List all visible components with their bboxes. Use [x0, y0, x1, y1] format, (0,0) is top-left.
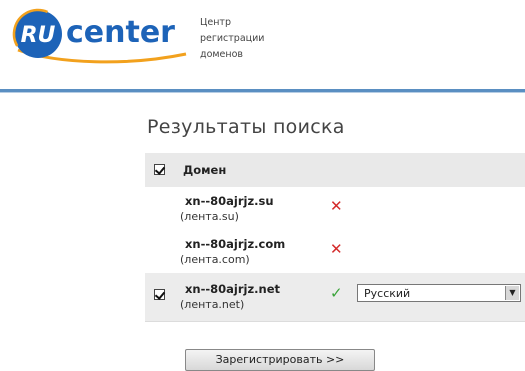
language-select[interactable]: Русский ▼	[357, 284, 521, 302]
tagline: Центр регистрации доменов	[200, 15, 264, 63]
page: RU center Центр регистрации доменов Резу…	[0, 0, 525, 371]
domain-name: xn--80ajrjz.net	[185, 282, 281, 296]
tagline-line-3: доменов	[200, 49, 244, 60]
domain-column-header: Домен	[183, 163, 227, 177]
domain-alias: (лента.net)	[180, 298, 245, 311]
cross-icon: ✕	[330, 197, 343, 215]
page-title: Результаты поиска	[147, 116, 345, 138]
logo-word-text: center	[66, 15, 175, 50]
table-row: xn--80ajrjz.net (лента.net) ✓ Русский ▼	[145, 273, 525, 322]
language-select-value: Русский	[364, 287, 411, 300]
domain-select-checkbox[interactable]	[154, 289, 165, 300]
domain-name: xn--80ajrjz.su	[185, 194, 274, 208]
select-all-checkbox[interactable]	[154, 164, 165, 175]
tagline-line-2: регистрации	[200, 33, 265, 44]
domain-name: xn--80ajrjz.com	[185, 237, 286, 251]
header-divider-shadow	[0, 92, 525, 93]
results-table: Домен xn--80ajrjz.su (лента.su) ✕ xn--80…	[145, 153, 525, 322]
logo-prefix-text: RU	[21, 23, 56, 48]
checkmark-icon: ✓	[330, 284, 343, 302]
register-button[interactable]: Зарегистрировать >>	[185, 349, 375, 371]
results-header-row: Домен	[145, 153, 525, 187]
table-row: xn--80ajrjz.su (лента.su) ✕	[145, 187, 525, 230]
cross-icon: ✕	[330, 240, 343, 258]
table-row: xn--80ajrjz.com (лента.com) ✕	[145, 230, 525, 273]
ru-center-logo[interactable]: RU center	[8, 4, 193, 66]
tagline-line-1: Центр	[200, 17, 231, 28]
domain-alias: (лента.su)	[180, 210, 239, 223]
domain-alias: (лента.com)	[180, 253, 250, 266]
chevron-down-icon[interactable]: ▼	[505, 286, 519, 300]
